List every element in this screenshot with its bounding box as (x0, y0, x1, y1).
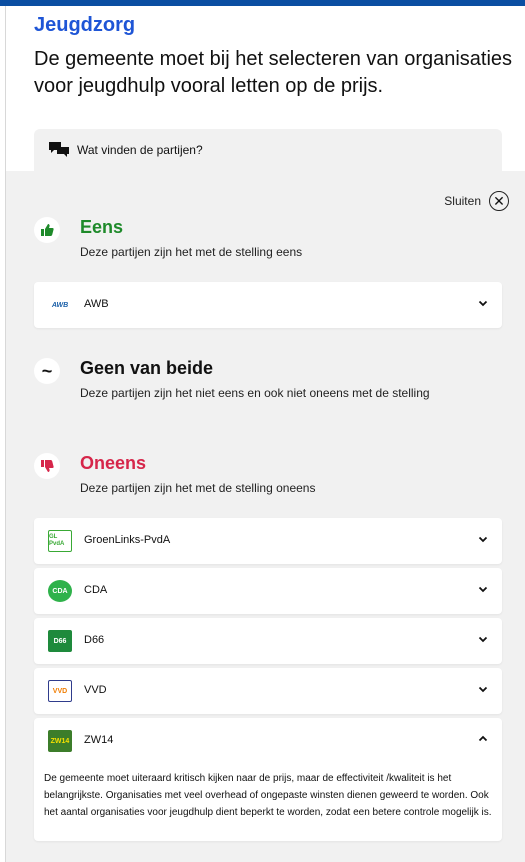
party-card-awb[interactable]: AWB AWB (34, 282, 502, 328)
tilde-icon: ~ (34, 358, 60, 384)
party-name: VVD (84, 684, 107, 696)
group-description: Deze partijen zijn het met de stelling o… (80, 481, 316, 495)
party-card-groenlinks-pvda[interactable]: GL PvdA GroenLinks-PvdA (34, 518, 502, 564)
party-card-d66[interactable]: D66 D66 (34, 618, 502, 664)
chat-bubbles-icon (49, 142, 69, 157)
party-logo: ZW14 (48, 730, 72, 752)
party-logo: CDA (48, 580, 72, 602)
party-logo: GL PvdA (48, 530, 72, 552)
party-name: GroenLinks-PvdA (84, 534, 171, 546)
statement-text: De gemeente moet bij het selecteren van … (34, 48, 513, 97)
party-name: ZW14 (84, 734, 114, 746)
party-card-zw14[interactable]: ZW14 ZW14 De gemeente moet uiteraard kri… (34, 718, 502, 841)
party-logo: VVD (48, 680, 72, 702)
section-title: Jeugdzorg (34, 14, 136, 36)
tab-what-parties-think[interactable]: Wat vinden de partijen? (34, 129, 502, 173)
group-title: Eens (80, 217, 124, 237)
chevron-down-icon (478, 300, 488, 307)
party-card-vvd[interactable]: VVD VVD (34, 668, 502, 714)
parties-panel: Sluiten ✕ Eens Deze partijen zijn het me… (6, 171, 525, 862)
thumbs-down-icon (34, 453, 60, 479)
chevron-down-icon (478, 536, 488, 543)
party-explanation: De gemeente moet uiteraard kritisch kijk… (44, 773, 492, 818)
thumbs-up-icon (34, 217, 60, 243)
party-name: CDA (84, 584, 108, 596)
close-button[interactable]: Sluiten ✕ (444, 191, 509, 211)
group-title: Geen van beide (80, 358, 214, 378)
party-logo: D66 (48, 630, 72, 652)
party-logo: AWB (51, 301, 69, 309)
group-title: Oneens (80, 453, 147, 473)
chevron-up-icon (478, 735, 488, 742)
close-icon: ✕ (489, 191, 509, 211)
party-card-cda[interactable]: CDA CDA (34, 568, 502, 614)
group-description: Deze partijen zijn het met de stelling e… (80, 245, 303, 259)
tab-label: Wat vinden de partijen? (77, 143, 203, 157)
party-name: AWB (84, 298, 109, 310)
chevron-down-icon (478, 636, 488, 643)
chevron-down-icon (478, 586, 488, 593)
group-description: Deze partijen zijn het niet eens en ook … (80, 386, 430, 400)
chevron-down-icon (478, 686, 488, 693)
top-accent-bar (0, 0, 525, 6)
close-label: Sluiten (444, 194, 481, 208)
party-name: D66 (84, 634, 105, 646)
